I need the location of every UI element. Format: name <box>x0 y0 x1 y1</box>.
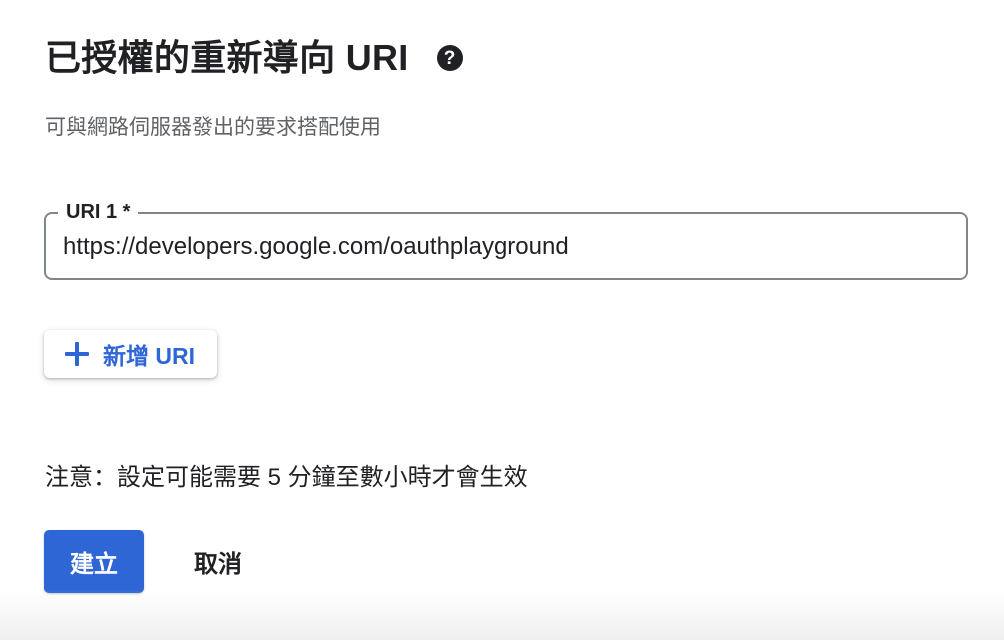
add-uri-button[interactable]: 新增 URI <box>44 330 217 378</box>
bottom-fade <box>0 590 1004 640</box>
plus-icon <box>65 342 89 366</box>
section-header: 已授權的重新導向 URI ? <box>45 34 463 82</box>
uri-field-label: URI 1 * <box>58 200 139 224</box>
uri-field[interactable]: URI 1 * <box>44 200 968 280</box>
create-button[interactable]: 建立 <box>44 530 144 593</box>
help-circle-icon[interactable]: ? <box>436 45 463 71</box>
uri-input[interactable] <box>63 230 943 264</box>
add-uri-label: 新增 URI <box>103 343 195 369</box>
section-title: 已授權的重新導向 URI <box>45 37 409 78</box>
section-subtitle: 可與網路伺服器發出的要求搭配使用 <box>45 116 381 139</box>
propagation-note: 注意：設定可能需要 5 分鐘至數小時才會生效 <box>45 464 528 491</box>
cancel-button[interactable]: 取消 <box>172 530 264 593</box>
